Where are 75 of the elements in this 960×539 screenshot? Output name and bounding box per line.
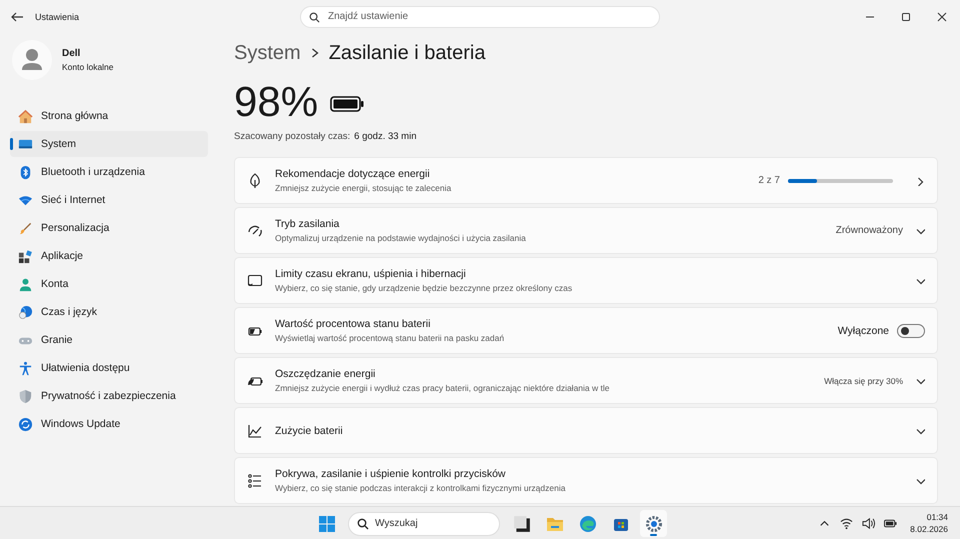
settings-card[interactable]: Wartość procentowa stanu baterii Wyświetlaj wartość procentową stanu baterii na pasku zadań Wyłączone <box>234 307 938 354</box>
search-icon <box>357 518 369 530</box>
accessibility-icon <box>18 360 33 376</box>
sidebar-item[interactable]: System <box>10 131 208 157</box>
card-description: Wybierz, co się stanie, gdy urządzenie będzie bezczynne przez określony czas <box>275 283 574 293</box>
card-title: Tryb zasilania <box>275 218 340 230</box>
settings-card[interactable]: Pokrywa, zasilanie i uśpienie kontrolki przycisków Wybierz, co się stanie podczas interakcji z kontrolkami fizycznymi urządzenia <box>234 457 938 504</box>
card-description: Zmniejsz zużycie energii i wydłuż czas pracy baterii, ograniczając niektóre działania w tle <box>275 383 610 393</box>
shield-icon <box>18 388 33 404</box>
settings-card[interactable]: Rekomendacje dotyczące energii Zmniejsz zużycie energii, stosując te zalecenia 2 z 7 <box>234 157 938 204</box>
battery-icon <box>330 95 364 113</box>
progress-reading: 2 z 7 <box>758 175 780 186</box>
sidebar-item[interactable]: Sieć i Internet <box>10 187 208 213</box>
bluetooth-icon <box>18 164 33 180</box>
card-description: Wyświetlaj wartość procentową stanu baterii na pasku zadań <box>275 333 506 343</box>
brush-icon <box>18 220 33 236</box>
terminal-icon[interactable] <box>512 514 530 532</box>
sidebar-item[interactable]: Bluetooth i urządzenia <box>10 159 208 185</box>
estimate-value: 6 godz. 33 min <box>354 131 416 142</box>
status-text: Włącza się przy 30% <box>824 376 903 386</box>
volume-icon[interactable] <box>862 516 876 530</box>
card-title: Zużycie baterii <box>275 424 344 436</box>
card-description: Zmniejsz zużycie energii, stosując te zalecenia <box>275 183 452 193</box>
clock-date[interactable]: 8.02.2026 <box>910 524 948 534</box>
card-title: Rekomendacje dotyczące energii <box>275 168 431 180</box>
card-title: Wartość procentowa stanu baterii <box>275 318 432 330</box>
chevron-right-icon <box>310 48 319 58</box>
apps-icon <box>18 248 33 264</box>
settings-card[interactable]: Limity czasu ekranu, uśpienia i hibernacji Wybierz, co się stanie, gdy urządzenie będzie bezczynne przez określony czas <box>234 257 938 304</box>
screen-icon <box>247 272 263 288</box>
globe-clock-icon <box>18 304 33 320</box>
settings-icon[interactable] <box>644 514 662 532</box>
browser-icon[interactable] <box>578 514 596 532</box>
list-icon <box>247 472 263 488</box>
sidebar-item[interactable]: Czas i język <box>10 299 208 325</box>
account-type: Konto lokalne <box>62 62 114 72</box>
clock-time[interactable]: 01:34 <box>926 512 948 522</box>
sidebar-item[interactable]: Aplikacje <box>10 243 208 269</box>
sidebar-item[interactable]: Strona główna <box>10 103 208 129</box>
toggle-switch[interactable] <box>897 324 925 338</box>
maximize-icon[interactable] <box>901 12 911 22</box>
line-chart-icon <box>247 422 263 438</box>
person-icon <box>18 276 33 292</box>
chevron-right-icon <box>915 176 925 186</box>
settings-card[interactable]: Oszczędzanie energii Zmniejsz zużycie energii i wydłuż czas pracy baterii, ograniczając niektóre działania w tle Włącza się przy 30% <box>234 357 938 404</box>
card-title: Limity czasu ekranu, uśpienia i hibernacji <box>275 268 467 280</box>
sidebar-item[interactable]: Ułatwienia dostępu <box>10 355 208 381</box>
search-field[interactable]: Znajdź ustawienie <box>300 6 660 28</box>
taskbar-search[interactable]: Wyszukaj <box>348 512 500 536</box>
page-title: Zasilanie i bateria <box>328 42 486 64</box>
sidebar-item[interactable]: Windows Update <box>10 411 208 437</box>
battery-percentage: 98% <box>234 78 318 126</box>
settings-card[interactable]: Tryb zasilania Optymalizuj urządzenie na podstawie wydajności i użycia zasilania Zrównoważony <box>234 207 938 254</box>
sidebar-item[interactable]: Personalizacja <box>10 215 208 241</box>
toggle-label: Wyłączone <box>838 324 889 336</box>
sidebar-item[interactable]: Konta <box>10 271 208 297</box>
update-icon <box>18 416 33 432</box>
settings-card[interactable]: Zużycie baterii <box>234 407 938 454</box>
back-icon[interactable] <box>10 10 24 24</box>
wifi-icon[interactable] <box>840 516 854 530</box>
avatar-icon <box>12 40 52 80</box>
card-description: Optymalizuj urządzenie na podstawie wydajności i użycia zasilania <box>275 233 527 243</box>
card-title: Pokrywa, zasilanie i uśpienie kontrolki przycisków <box>275 468 507 480</box>
estimate-label: Szacowany pozostały czas: <box>234 131 350 142</box>
card-title: Oszczędzanie energii <box>275 368 376 380</box>
close-icon[interactable] <box>937 12 947 22</box>
account-name: Dell <box>62 48 82 59</box>
sidebar-item[interactable]: Granie <box>10 327 208 353</box>
home-icon <box>18 108 33 124</box>
app-title: Ustawienia <box>35 12 80 22</box>
start-icon[interactable] <box>318 514 336 532</box>
sidebar-item[interactable]: Prywatność i zabezpieczenia <box>10 383 208 409</box>
card-description: Wybierz, co się stanie podczas interakcji z kontrolkami fizycznymi urządzenia <box>275 483 566 493</box>
dropdown-value[interactable]: Zrównoważony <box>836 225 903 236</box>
breadcrumb-link[interactable]: System <box>234 42 301 64</box>
